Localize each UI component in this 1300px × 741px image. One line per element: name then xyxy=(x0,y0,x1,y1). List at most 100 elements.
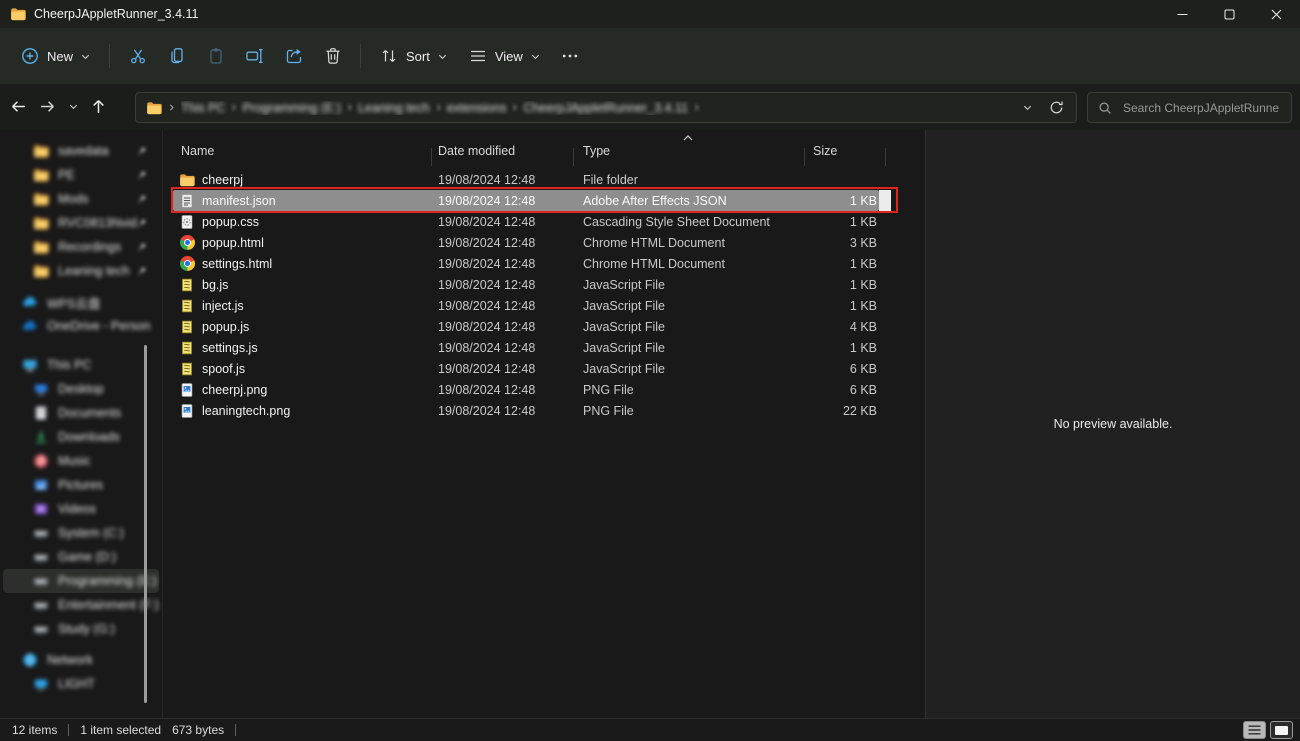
file-row[interactable]: settings.html19/08/2024 12:48Chrome HTML… xyxy=(173,253,879,274)
file-row[interactable]: leaningtech.png19/08/2024 12:48PNG File2… xyxy=(173,400,879,421)
file-row[interactable]: settings.js19/08/2024 12:48JavaScript Fi… xyxy=(173,337,879,358)
rename-button[interactable] xyxy=(235,38,274,74)
recent-locations-button[interactable] xyxy=(62,91,84,121)
file-date-cell: 19/08/2024 12:48 xyxy=(438,173,583,187)
file-row[interactable]: manifest.json19/08/2024 12:48Adobe After… xyxy=(173,190,879,211)
refresh-icon[interactable] xyxy=(1049,100,1064,115)
file-row[interactable]: popup.css19/08/2024 12:48Cascading Style… xyxy=(173,211,879,232)
sidebar-item[interactable]: Documents xyxy=(3,401,159,425)
js-icon xyxy=(179,298,195,314)
up-button[interactable] xyxy=(84,91,113,121)
close-button[interactable] xyxy=(1253,0,1300,28)
items-count: 12 items xyxy=(12,723,57,737)
view-button-label: View xyxy=(495,49,523,64)
share-button[interactable] xyxy=(274,38,313,74)
sidebar-item-label: Desktop xyxy=(58,382,104,396)
cut-button[interactable] xyxy=(118,38,157,74)
chrome-icon xyxy=(179,256,195,272)
sidebar-item[interactable]: Mods xyxy=(3,187,159,211)
folder-icon xyxy=(146,100,162,116)
file-row[interactable]: cheerpj19/08/2024 12:48File folder xyxy=(173,169,879,190)
paste-icon xyxy=(206,46,226,66)
copy-button[interactable] xyxy=(157,38,196,74)
new-button[interactable]: New xyxy=(10,38,101,74)
breadcrumb-item[interactable]: Leaning tech xyxy=(358,101,430,115)
sidebar-item[interactable]: Desktop xyxy=(3,377,159,401)
preview-message: No preview available. xyxy=(1054,417,1173,431)
sidebar-item[interactable]: LIGHT xyxy=(3,672,159,696)
js-icon xyxy=(179,277,195,293)
search-bar xyxy=(1087,92,1292,123)
file-row[interactable]: inject.js19/08/2024 12:48JavaScript File… xyxy=(173,295,879,316)
sidebar-item[interactable]: PE xyxy=(3,163,159,187)
forward-button[interactable] xyxy=(33,91,62,121)
paste-button[interactable] xyxy=(196,38,235,74)
window-title: CheerpJAppletRunner_3.4.11 xyxy=(34,7,198,21)
sidebar-item[interactable]: This PC xyxy=(3,353,159,377)
chevron-right-icon xyxy=(434,103,443,112)
breadcrumb-item[interactable]: Programming (E:) xyxy=(242,101,341,115)
breadcrumb-item[interactable]: This PC xyxy=(181,101,225,115)
file-row[interactable]: spoof.js19/08/2024 12:48JavaScript File6… xyxy=(173,358,879,379)
file-date-cell: 19/08/2024 12:48 xyxy=(438,320,583,334)
sidebar-item[interactable]: Recordings xyxy=(3,235,159,259)
file-row[interactable]: cheerpj.png19/08/2024 12:48PNG File6 KB xyxy=(173,379,879,400)
sidebar-item[interactable]: Programming (E:) xyxy=(3,569,159,593)
new-button-label: New xyxy=(47,49,73,64)
sidebar-item-label: Downloads xyxy=(58,430,120,444)
sidebar-item[interactable]: savedata xyxy=(3,139,159,163)
sidebar-item[interactable]: Study (G:) xyxy=(3,617,159,641)
sidebar-item[interactable]: OneDrive - Person xyxy=(3,314,159,338)
file-type-cell: PNG File xyxy=(583,404,813,418)
more-options-button[interactable] xyxy=(551,38,590,74)
back-button[interactable] xyxy=(4,91,33,121)
sidebar: savedataPEModsRVC0813NvidRecordingsLeani… xyxy=(0,130,162,718)
column-separator[interactable] xyxy=(431,148,432,166)
column-header-date-modified[interactable]: Date modified xyxy=(438,144,583,158)
sidebar-item[interactable]: Game (D:) xyxy=(3,545,159,569)
search-input[interactable] xyxy=(1121,100,1281,116)
minimize-button[interactable] xyxy=(1159,0,1206,28)
sidebar-item[interactable]: Entertainment (F:) xyxy=(3,593,159,617)
details-view-button[interactable] xyxy=(1243,721,1266,739)
column-header-size[interactable]: Size xyxy=(813,144,877,158)
sidebar-item[interactable]: Pictures xyxy=(3,473,159,497)
chevron-right-icon xyxy=(692,103,701,112)
column-header-name[interactable]: Name xyxy=(179,144,438,158)
breadcrumb-item[interactable]: extensions xyxy=(447,101,507,115)
navigation-bar: This PC Programming (E:) Leaning tech exten… xyxy=(0,84,1300,130)
delete-button[interactable] xyxy=(313,38,352,74)
chevron-down-icon[interactable] xyxy=(1022,102,1033,113)
status-divider xyxy=(235,724,236,736)
sidebar-item[interactable]: Network xyxy=(3,648,159,672)
sidebar-item[interactable]: Leaning tech xyxy=(3,259,159,283)
sidebar-item[interactable]: Music xyxy=(3,449,159,473)
address-bar[interactable]: This PC Programming (E:) Leaning tech exten… xyxy=(135,92,1077,123)
breadcrumb: This PC Programming (E:) Leaning tech exten… xyxy=(181,101,1017,115)
pin-icon xyxy=(137,242,147,252)
maximize-button[interactable] xyxy=(1206,0,1253,28)
details-view-icon xyxy=(1247,724,1262,736)
breadcrumb-item[interactable]: CheerpJAppletRunner_3.4.11 xyxy=(523,101,687,115)
sidebar-item[interactable]: Videos xyxy=(3,497,159,521)
sidebar-item[interactable]: RVC0813Nvid xyxy=(3,211,159,235)
sort-button[interactable]: Sort xyxy=(369,38,458,74)
file-row[interactable]: popup.js19/08/2024 12:48JavaScript File4… xyxy=(173,316,879,337)
chevron-right-icon xyxy=(229,103,238,112)
sidebar-item[interactable]: Downloads xyxy=(3,425,159,449)
sidebar-item[interactable]: WPS云盘 xyxy=(3,290,159,314)
pin-icon xyxy=(137,266,147,276)
folder-icon xyxy=(33,191,49,207)
column-header-type[interactable]: Type xyxy=(583,144,813,158)
column-separator[interactable] xyxy=(885,148,886,166)
column-separator[interactable] xyxy=(804,148,805,166)
column-separator[interactable] xyxy=(573,148,574,166)
file-row[interactable]: bg.js19/08/2024 12:48JavaScript File1 KB xyxy=(173,274,879,295)
thumbnails-view-button[interactable] xyxy=(1270,721,1293,739)
sidebar-item[interactable]: System (C:) xyxy=(3,521,159,545)
sidebar-item-label: Videos xyxy=(58,502,96,516)
file-name-cell: popup.js xyxy=(179,319,438,335)
sidebar-scrollbar[interactable] xyxy=(144,345,147,703)
file-row[interactable]: popup.html19/08/2024 12:48Chrome HTML Do… xyxy=(173,232,879,253)
view-button[interactable]: View xyxy=(458,38,551,74)
